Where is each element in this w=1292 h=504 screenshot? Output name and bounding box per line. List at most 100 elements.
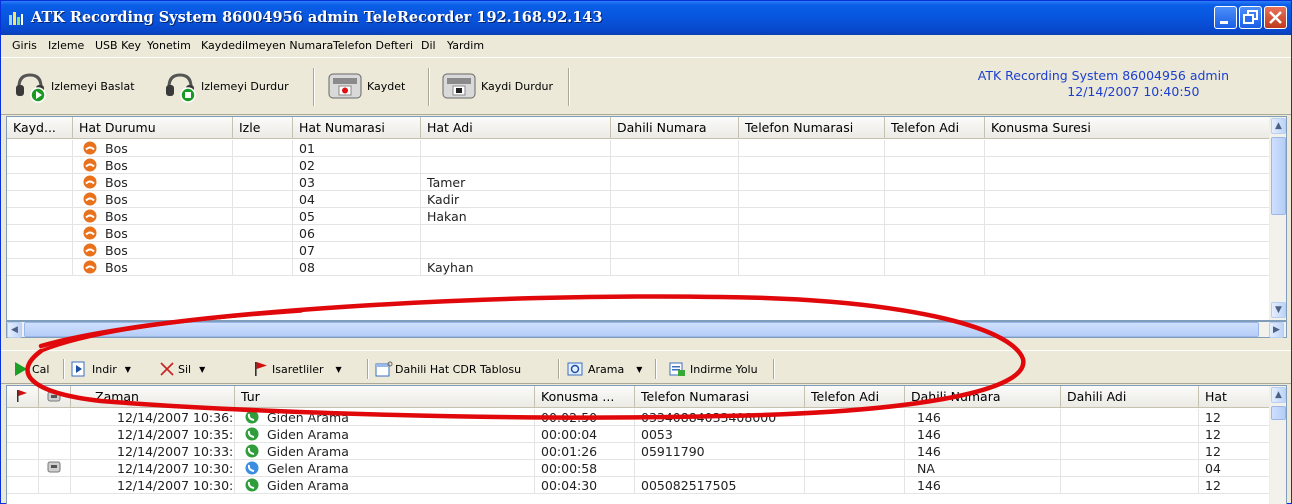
table-row[interactable]: Bos 07: [7, 242, 1286, 259]
minimize-button[interactable]: [1214, 6, 1237, 29]
recording-column-icon: [47, 391, 61, 402]
marks-button[interactable]: Isaretliler ▼: [253, 360, 342, 378]
line-status-text: Bos: [105, 243, 128, 258]
col-kayd[interactable]: Kayd...: [7, 117, 73, 138]
table-row[interactable]: 12/14/2007 10:30:05 Giden Arama 00:04:3000…: [7, 477, 1286, 494]
empty-cell: [885, 140, 985, 157]
line-status-cell: Bos: [73, 140, 233, 157]
window-title: ATK Recording System 86004956 admin Tele…: [31, 9, 603, 26]
search-dropdown-icon[interactable]: ▼: [636, 365, 642, 374]
close-button[interactable]: [1264, 6, 1287, 29]
col-hat[interactable]: Hat: [1199, 386, 1270, 407]
outgoing-call-icon: [245, 444, 259, 458]
col-telefon-adi[interactable]: Telefon Adi: [805, 386, 905, 407]
call-type-text: Giden Arama: [267, 478, 349, 493]
table-row[interactable]: 12/14/2007 10:33:52 Giden Arama 00:01:2605…: [7, 443, 1286, 460]
menu-yardim[interactable]: Yardim: [447, 39, 484, 52]
lines-vertical-scrollbar[interactable]: ▲ ▼: [1269, 117, 1286, 320]
title-bar[interactable]: ATK Recording System 86004956 admin Tele…: [1, 1, 1291, 35]
table-row[interactable]: 12/14/2007 10:36:28 Giden Arama 00:02:5003…: [7, 409, 1286, 426]
call-type-cell: Giden Arama: [235, 443, 535, 460]
stop-monitor-button[interactable]: Izlemeyi Durdur: [163, 66, 289, 106]
col-telefon-numarasi[interactable]: Telefon Numarasi: [739, 117, 885, 138]
scroll-thumb[interactable]: [1271, 137, 1286, 215]
col-hat-numarasi[interactable]: Hat Numarasi: [293, 117, 421, 138]
search-button[interactable]: Arama ▼: [567, 360, 642, 378]
scroll-down-arrow-icon[interactable]: ▼: [1271, 302, 1286, 318]
menu-giris[interactable]: Giris: [12, 39, 37, 52]
col-flag[interactable]: [7, 386, 39, 407]
scroll-left-arrow-icon[interactable]: ◀: [7, 322, 22, 338]
time-cell: 12/14/2007 10:30:05: [71, 477, 235, 494]
cdr-vertical-scrollbar[interactable]: ▲: [1269, 386, 1286, 504]
table-row[interactable]: Bos 05 Hakan: [7, 208, 1286, 225]
stop-record-button[interactable]: Kaydi Durdur: [441, 66, 553, 106]
marks-dropdown-icon[interactable]: ▼: [336, 365, 342, 374]
line-cell: 12: [1199, 443, 1270, 460]
empty-cell: [1061, 443, 1199, 460]
col-dahili-numara[interactable]: Dahili Numara: [611, 117, 739, 138]
scroll-up-arrow-icon[interactable]: ▲: [1271, 118, 1286, 134]
menu-yonetim[interactable]: Yonetim: [147, 39, 191, 52]
table-row[interactable]: 12/14/2007 10:30:56 Gelen Arama 00:00:58 NA…: [7, 460, 1286, 477]
outgoing-call-icon: [245, 478, 259, 492]
brand-system-label: ATK Recording System 86004956 admin: [977, 68, 1229, 83]
empty-cell: [611, 225, 739, 242]
cdr-table-button[interactable]: Dahili Hat CDR Tablosu: [375, 360, 521, 378]
empty-cell: [7, 174, 73, 191]
download-dropdown-icon[interactable]: ▼: [125, 365, 131, 374]
empty-cell: [885, 174, 985, 191]
recorder-stop-icon: [442, 73, 476, 99]
empty-cell: [739, 157, 885, 174]
col-zaman[interactable]: Zaman: [71, 386, 235, 407]
line-number-cell: 01: [293, 140, 421, 157]
delete-button[interactable]: Sil ▼: [159, 360, 205, 378]
col-konusma[interactable]: Konusma ...: [535, 386, 635, 407]
table-row[interactable]: Bos 03 Tamer: [7, 174, 1286, 191]
line-name-cell: [421, 242, 611, 259]
table-row[interactable]: Bos 02: [7, 157, 1286, 174]
col-izle[interactable]: Izle: [233, 117, 293, 138]
menu-bar: Giris Izleme USB Key Yonetim Kaydedilmey…: [1, 35, 1291, 57]
handset-status-icon: [83, 141, 97, 155]
table-row[interactable]: Bos 04 Kadir: [7, 191, 1286, 208]
col-konusma-suresi[interactable]: Konusma Suresi: [985, 117, 1270, 138]
headset-stop-icon: [166, 73, 196, 103]
menu-kaydedilmeyen-numara[interactable]: Kaydedilmeyen Numara: [201, 39, 333, 52]
scroll-up-arrow-icon[interactable]: ▲: [1271, 387, 1286, 403]
headset-play-icon: [16, 73, 46, 103]
play-button[interactable]: Cal: [13, 360, 49, 378]
record-button[interactable]: Kaydet: [327, 66, 405, 106]
col-telefon-adi[interactable]: Telefon Adi: [885, 117, 985, 138]
horizontal-scroll-thumb[interactable]: [24, 322, 1259, 337]
col-telefon-numarasi[interactable]: Telefon Numarasi: [635, 386, 805, 407]
start-monitor-button[interactable]: Izlemeyi Baslat: [13, 66, 135, 106]
table-row[interactable]: 12/14/2007 10:35:31 Giden Arama 00:00:0400…: [7, 426, 1286, 443]
empty-cell: [985, 174, 1270, 191]
menu-izleme[interactable]: Izleme: [48, 39, 84, 52]
col-recording[interactable]: [39, 386, 71, 407]
download-path-button[interactable]: Indirme Yolu: [669, 360, 758, 378]
table-row[interactable]: Bos 06: [7, 225, 1286, 242]
menu-usb-key[interactable]: USB Key: [95, 39, 141, 52]
col-dahili-adi[interactable]: Dahili Adi: [1061, 386, 1199, 407]
col-dahili-numara[interactable]: Dahili Numara: [905, 386, 1061, 407]
table-row[interactable]: Bos 01: [7, 140, 1286, 157]
download-path-label: Indirme Yolu: [690, 362, 758, 376]
scroll-right-arrow-icon[interactable]: ▶: [1269, 322, 1284, 338]
empty-cell: [7, 157, 73, 174]
lines-horizontal-scrollbar[interactable]: ◀ ▶: [6, 321, 1287, 338]
line-status-text: Bos: [105, 226, 128, 241]
empty-cell: [805, 477, 905, 494]
col-hat-adi[interactable]: Hat Adi: [421, 117, 611, 138]
col-tur[interactable]: Tur: [235, 386, 535, 407]
download-button[interactable]: Indir ▼: [71, 360, 131, 378]
menu-telefon-defteri[interactable]: Telefon Defteri: [333, 39, 413, 52]
col-hat-durumu[interactable]: Hat Durumu: [73, 117, 233, 138]
empty-cell: [233, 242, 293, 259]
table-row[interactable]: Bos 08 Kayhan: [7, 259, 1286, 276]
menu-dil[interactable]: Dil: [421, 39, 436, 52]
scroll-thumb[interactable]: [1271, 406, 1286, 420]
maximize-button[interactable]: [1239, 6, 1262, 29]
delete-dropdown-icon[interactable]: ▼: [199, 365, 205, 374]
